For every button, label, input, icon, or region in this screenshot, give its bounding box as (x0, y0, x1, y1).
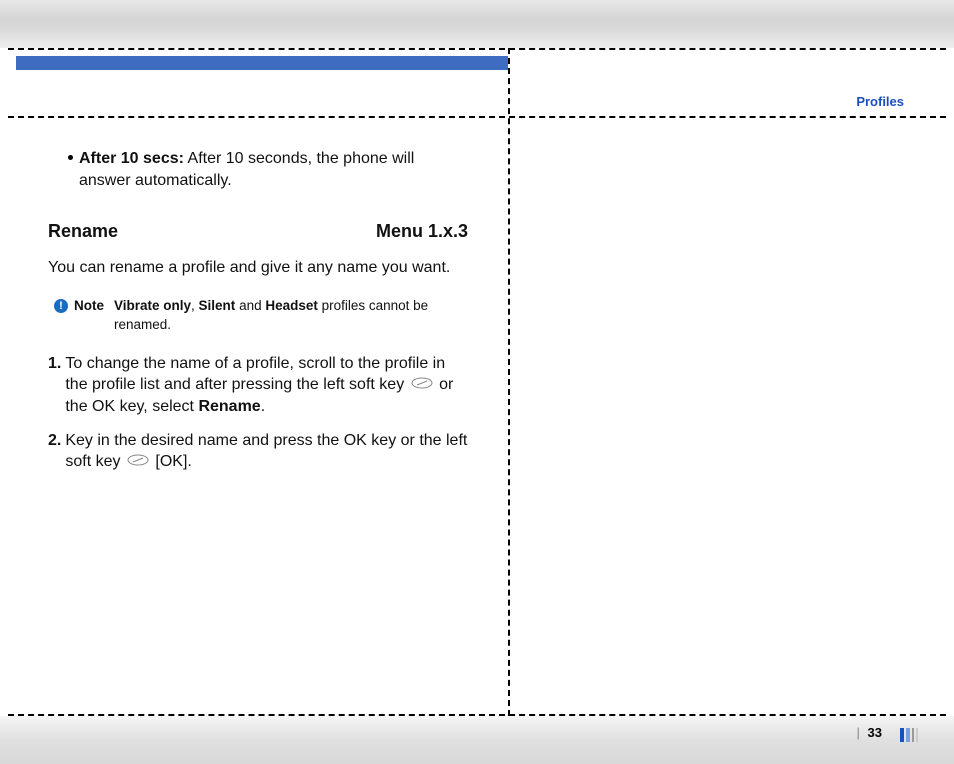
step-1-bold: Rename (198, 398, 260, 415)
header-blue-bar (16, 56, 508, 70)
page-number: | 33 (857, 725, 882, 740)
page-divider-icon: | (857, 725, 860, 740)
step-2-part1: Key in the desired name and press the OK… (65, 432, 467, 471)
page-decoration-icon (900, 728, 918, 742)
top-gradient-bar (0, 0, 954, 48)
bottom-gradient-bar (0, 716, 954, 764)
heading-title: Rename (48, 219, 118, 243)
dashed-line-top (8, 48, 946, 50)
step-1-part3: . (261, 398, 265, 415)
step-2-text: Key in the desired name and press the OK… (65, 430, 468, 473)
intro-paragraph: You can rename a profile and give it any… (48, 257, 468, 279)
heading-row: Rename Menu 1.x.3 (48, 219, 468, 243)
note-bold-3: Headset (265, 298, 318, 313)
bullet-icon (68, 155, 73, 160)
bullet-item: After 10 secs: After 10 seconds, the pho… (68, 148, 468, 191)
dashed-line-vertical (508, 48, 510, 716)
step-2-part2: [OK]. (155, 453, 191, 470)
note-label: Note (74, 297, 104, 335)
section-title: Profiles (856, 94, 904, 109)
note-sep-2: and (235, 298, 265, 313)
step-1-part1: To change the name of a profile, scroll … (65, 355, 445, 394)
heading-menu: Menu 1.x.3 (376, 219, 468, 243)
dashed-line-bottom (8, 714, 946, 716)
step-2: 2. Key in the desired name and press the… (48, 430, 468, 473)
step-1-number: 1. (48, 353, 61, 418)
softkey-icon (127, 451, 149, 473)
softkey-icon (411, 374, 433, 396)
note-text: Vibrate only, Silent and Headset profile… (114, 297, 468, 335)
note-sep-1: , (191, 298, 199, 313)
step-2-number: 2. (48, 430, 61, 473)
bullet-label: After 10 secs: (79, 150, 184, 167)
step-1-text: To change the name of a profile, scroll … (65, 353, 468, 418)
bullet-text: After 10 secs: After 10 seconds, the pho… (79, 148, 468, 191)
dashed-line-header (8, 116, 946, 118)
note-bold-1: Vibrate only (114, 298, 191, 313)
page-number-value: 33 (868, 725, 882, 740)
note-block: ! Note Vibrate only, Silent and Headset … (54, 297, 468, 335)
note-bold-2: Silent (199, 298, 236, 313)
info-icon: ! (54, 299, 68, 313)
page-content: After 10 secs: After 10 seconds, the pho… (48, 148, 468, 485)
step-1: 1. To change the name of a profile, scro… (48, 353, 468, 418)
